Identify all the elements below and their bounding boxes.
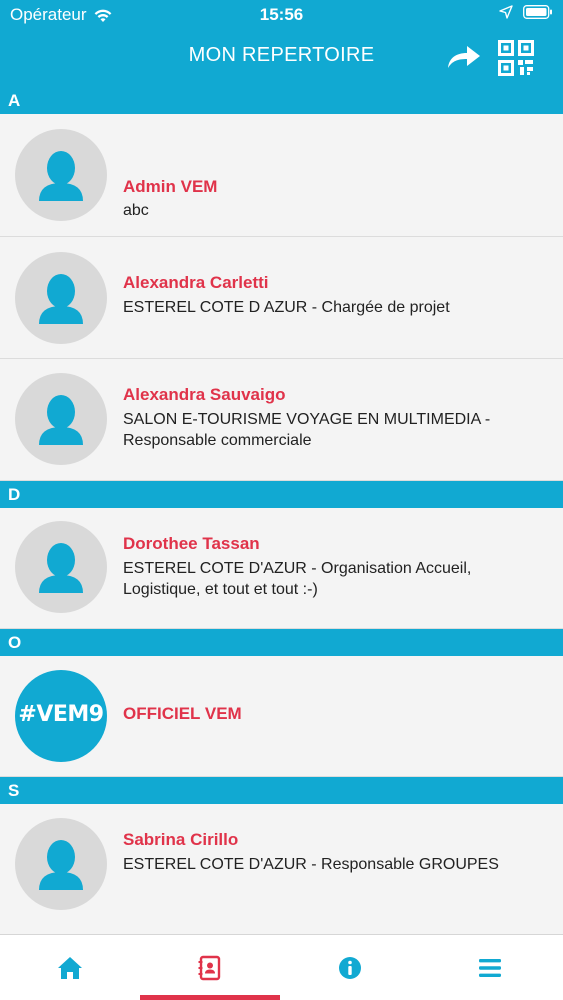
- contact-subtitle: SALON E-TOURISME VOYAGE EN MULTIMEDIA - …: [123, 411, 491, 449]
- contact-row-alexandra-sauvaigo[interactable]: Alexandra Sauvaigo SALON E-TOURISME VOYA…: [0, 359, 563, 481]
- tab-menu[interactable]: [477, 955, 503, 981]
- qr-code-button[interactable]: [498, 40, 534, 76]
- contact-subtitle: ESTEREL COTE D'AZUR - Organisation Accue…: [123, 560, 472, 598]
- avatar-vem9-logo: #VEM9: [15, 670, 107, 762]
- contact-name: OFFICIEL VEM: [123, 704, 242, 723]
- section-header-s: S: [0, 777, 563, 804]
- contact-row-officiel-vem[interactable]: #VEM9 OFFICIEL VEM: [0, 656, 563, 777]
- person-placeholder-icon: [39, 274, 83, 324]
- active-tab-indicator: [140, 995, 280, 1000]
- section-header-o: O: [0, 629, 563, 656]
- contact-row-dorothee-tassan[interactable]: Dorothee Tassan ESTEREL COTE D'AZUR - Or…: [0, 508, 563, 629]
- share-button[interactable]: [446, 42, 482, 72]
- battery-icon: [523, 5, 552, 19]
- contact-subtitle: ESTEREL COTE D'AZUR - Responsable GROUPE…: [123, 856, 499, 873]
- contact-name: Alexandra Sauvaigo: [123, 385, 286, 404]
- tab-bar: [0, 934, 563, 1000]
- person-placeholder-icon: [39, 840, 83, 890]
- avatar: [15, 252, 107, 344]
- avatar: [15, 818, 107, 910]
- contact-name: Admin VEM: [123, 177, 218, 196]
- tab-info[interactable]: [337, 955, 363, 981]
- contact-name: Alexandra Carletti: [123, 273, 269, 292]
- person-placeholder-icon: [39, 151, 83, 201]
- contact-row-sabrina-cirillo[interactable]: Sabrina Cirillo ESTEREL COTE D'AZUR - Re…: [0, 804, 563, 928]
- clock: 15:56: [259, 5, 304, 24]
- contact-name: Sabrina Cirillo: [123, 830, 239, 849]
- status-right: [499, 5, 553, 19]
- avatar: [15, 373, 107, 465]
- contact-row-admin-vem[interactable]: Admin VEM abc: [0, 114, 563, 237]
- qr-code-icon: [498, 40, 534, 76]
- location-arrow-icon: [499, 5, 513, 19]
- contact-name: Dorothee Tassan: [123, 534, 260, 553]
- person-placeholder-icon: [39, 543, 83, 593]
- tab-contacts[interactable]: [197, 955, 223, 981]
- contacts-book-icon: [198, 955, 221, 981]
- contact-subtitle: abc: [123, 202, 149, 219]
- contact-subtitle: ESTEREL COTE D AZUR - Chargée de projet: [123, 299, 450, 316]
- app-header: Opérateur 15:56 MON REPERTOIRE: [0, 0, 563, 87]
- avatar: [15, 521, 107, 613]
- contact-row-alexandra-carletti[interactable]: Alexandra Carletti ESTEREL COTE D AZUR -…: [0, 237, 563, 359]
- share-arrow-icon: [448, 46, 480, 68]
- home-icon: [58, 957, 82, 979]
- avatar-logo-text: #VEM9: [18, 702, 104, 727]
- tab-home[interactable]: [57, 955, 83, 981]
- avatar: [15, 129, 107, 221]
- contact-list: A Admin VEM abc Alexandra Carletti ESTER…: [0, 87, 563, 928]
- section-header-a: A: [0, 87, 563, 114]
- info-icon: [339, 957, 361, 979]
- person-placeholder-icon: [39, 395, 83, 445]
- menu-icon: [479, 959, 501, 977]
- status-bar: Opérateur 15:56: [0, 0, 563, 30]
- section-header-d: D: [0, 481, 563, 508]
